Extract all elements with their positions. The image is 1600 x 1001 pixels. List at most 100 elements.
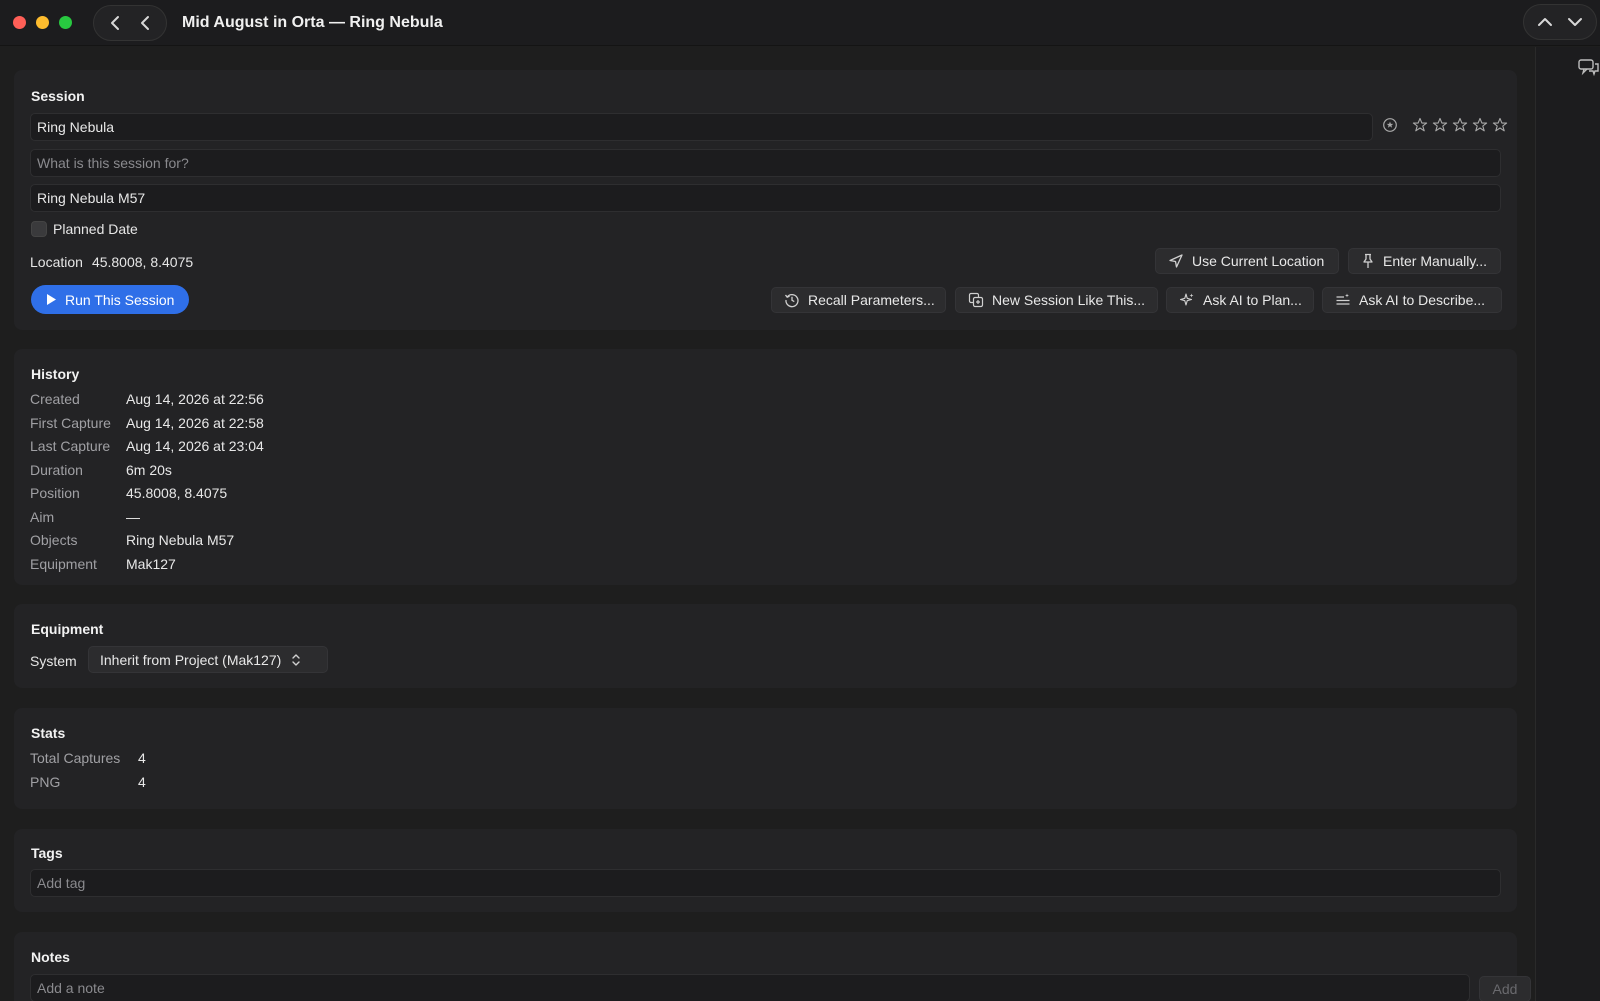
previous-item-button[interactable]	[1532, 9, 1558, 35]
history-row-equipment: Equipment Mak127	[30, 553, 264, 577]
history-value: Ring Nebula M57	[126, 532, 235, 548]
stats-row-total-captures: Total Captures 4	[30, 747, 146, 771]
add-note-field[interactable]: Add a note	[30, 974, 1470, 1001]
new-session-like-this-button[interactable]: New Session Like This...	[955, 287, 1158, 313]
history-key: Last Capture	[30, 438, 111, 454]
stats-heading: Stats	[31, 725, 66, 741]
chevron-left-icon	[111, 15, 119, 30]
location-value: 45.8008, 8.4075	[91, 254, 194, 270]
rating-control[interactable]	[1382, 117, 1508, 133]
history-value: Aug 14, 2026 at 23:04	[126, 438, 264, 454]
star-icon[interactable]	[1492, 117, 1508, 133]
notes-heading: Notes	[31, 949, 70, 965]
system-label: System	[30, 653, 77, 669]
title-bar: Mid August in Orta — Ring Nebula	[0, 0, 1600, 46]
history-key: First Capture	[30, 414, 111, 431]
history-key: Equipment	[30, 555, 97, 572]
history-value: 45.8008, 8.4075	[126, 485, 228, 501]
history-row-first-capture: First Capture Aug 14, 2026 at 22:58	[30, 412, 264, 436]
duplicate-icon	[968, 292, 984, 308]
history-key: Objects	[30, 532, 78, 548]
history-row-position: Position 45.8008, 8.4075	[30, 482, 264, 506]
history-row-created: Created Aug 14, 2026 at 22:56	[30, 388, 264, 412]
history-row-last-capture: Last Capture Aug 14, 2026 at 23:04	[30, 435, 264, 459]
zoom-window-button[interactable]	[59, 16, 72, 29]
stats-card: Stats Total Captures 4 PNG 4	[14, 708, 1517, 809]
history-value: Aug 14, 2026 at 22:56	[126, 391, 264, 407]
location-row: Location 45.8008, 8.4075	[30, 254, 193, 270]
chevron-down-icon	[1568, 18, 1582, 26]
back-button[interactable]	[102, 10, 128, 36]
session-target-field[interactable]: Ring Nebula M57	[30, 184, 1501, 212]
minimize-window-button[interactable]	[36, 16, 49, 29]
up-down-chevron-icon	[292, 653, 300, 666]
add-note-button[interactable]: Add	[1479, 976, 1531, 1001]
session-heading: Session	[31, 88, 85, 104]
stats-value: 4	[138, 750, 146, 766]
stats-key: PNG	[30, 773, 61, 790]
close-window-button[interactable]	[13, 16, 26, 29]
use-current-location-button[interactable]: Use Current Location	[1155, 248, 1339, 274]
add-tag-field[interactable]: Add tag	[30, 869, 1501, 897]
history-row-duration: Duration 6m 20s	[30, 459, 264, 483]
planned-date-checkbox[interactable]	[31, 221, 47, 237]
clear-rating-icon[interactable]	[1382, 117, 1398, 133]
history-heading: History	[31, 366, 80, 382]
chevron-up-icon	[1538, 18, 1552, 26]
history-clock-icon	[784, 294, 799, 308]
tags-heading: Tags	[31, 845, 63, 861]
notes-card: Notes Add a note Add	[14, 932, 1531, 1001]
history-value: Aug 14, 2026 at 22:58	[126, 414, 264, 431]
equipment-card: Equipment System Inherit from Project (M…	[14, 604, 1517, 688]
window-title: Mid August in Orta — Ring Nebula	[182, 13, 443, 31]
session-card: Session Ring Nebula What is this session…	[14, 70, 1517, 330]
history-row-objects: Objects Ring Nebula M57	[30, 529, 264, 553]
window-controls	[13, 16, 72, 29]
history-key: Created	[30, 391, 80, 407]
recall-parameters-button[interactable]: Recall Parameters...	[771, 287, 946, 313]
chat-bubbles-icon	[1578, 59, 1599, 77]
history-list: Created Aug 14, 2026 at 22:56 First Captu…	[30, 388, 264, 576]
item-navigation-controls	[1523, 4, 1597, 40]
star-icon[interactable]	[1472, 117, 1488, 133]
history-value: 6m 20s	[126, 461, 172, 478]
star-icon[interactable]	[1452, 117, 1468, 133]
star-icon[interactable]	[1412, 117, 1428, 133]
inspector-sidebar	[1535, 47, 1600, 1001]
history-card: History Created Aug 14, 2026 at 22:56 Fir…	[14, 349, 1517, 585]
navigation-controls	[93, 4, 167, 41]
equipment-system-value: Inherit from Project (Mak127)	[100, 651, 282, 668]
history-key: Position	[30, 485, 80, 501]
forward-back-button[interactable]	[132, 10, 158, 36]
ask-ai-to-describe-button[interactable]: Ask AI to Describe...	[1322, 287, 1502, 313]
run-session-button[interactable]: Run This Session	[31, 285, 189, 314]
play-icon	[47, 294, 56, 305]
comments-toggle-button[interactable]	[1578, 58, 1600, 80]
stats-key: Total Captures	[30, 750, 121, 766]
star-icon[interactable]	[1432, 117, 1448, 133]
equipment-system-select[interactable]: Inherit from Project (Mak127)	[88, 646, 328, 673]
history-key: Duration	[30, 461, 83, 478]
pin-icon	[1363, 253, 1373, 268]
planned-date-label: Planned Date	[53, 221, 138, 237]
history-key: Aim	[30, 508, 55, 525]
history-value: —	[126, 508, 140, 525]
session-name-field[interactable]: Ring Nebula	[30, 113, 1373, 141]
chevron-left-icon	[141, 15, 149, 30]
session-purpose-field[interactable]: What is this session for?	[30, 149, 1501, 177]
equipment-heading: Equipment	[31, 621, 104, 637]
text-lines-sparkle-icon	[1336, 293, 1350, 305]
tags-card: Tags Add tag	[14, 829, 1517, 912]
planned-date-toggle[interactable]: Planned Date	[31, 221, 138, 237]
history-value: Mak127	[126, 555, 176, 572]
enter-manually-button[interactable]: Enter Manually...	[1348, 248, 1501, 274]
stats-list: Total Captures 4 PNG 4	[30, 747, 146, 794]
location-label: Location	[30, 254, 83, 270]
session-detail-content[interactable]: Session Ring Nebula What is this session…	[0, 47, 1534, 1001]
history-row-aim: Aim —	[30, 506, 264, 530]
sparkles-icon	[1179, 293, 1194, 306]
ask-ai-to-plan-button[interactable]: Ask AI to Plan...	[1166, 287, 1314, 313]
next-item-button[interactable]	[1562, 9, 1588, 35]
stats-row-png: PNG 4	[30, 771, 146, 795]
stats-value: 4	[138, 773, 146, 790]
